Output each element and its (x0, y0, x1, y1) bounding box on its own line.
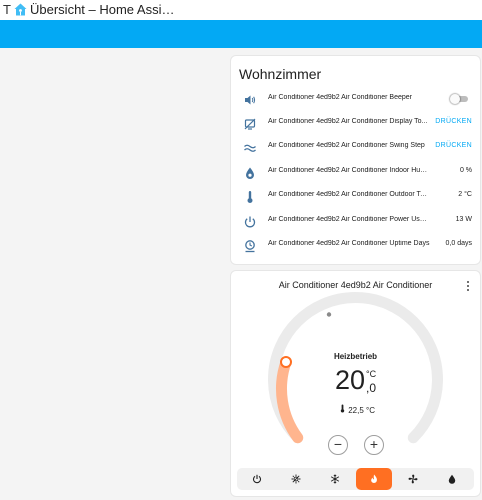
display-toggle-icon (243, 117, 257, 131)
current-temperature: 22,5 °C (339, 404, 375, 415)
entity-row-uptime-days[interactable]: Air Conditioner 4ed9b2 Air Conditioner U… (231, 236, 480, 256)
entity-value: 13 W (455, 216, 472, 223)
target-temperature-decimal: ,0 (366, 381, 377, 395)
entity-value: 2 °C (458, 191, 472, 198)
mode-heat-button[interactable] (356, 468, 392, 490)
volume-icon (243, 93, 257, 107)
entity-name: Air Conditioner 4ed9b2 Air Conditioner P… (268, 216, 430, 223)
water-drop-icon (448, 474, 456, 484)
humidity-icon (243, 166, 257, 180)
entities-card: Wohnzimmer Air Conditioner 4ed9b2 Air Co… (230, 55, 481, 265)
home-assistant-logo-icon (14, 3, 27, 21)
current-temperature-value: 22,5 °C (348, 406, 376, 415)
decrease-temperature-button[interactable]: − (328, 435, 348, 455)
mode-auto-button[interactable] (278, 468, 314, 490)
tab-prefix: T (3, 2, 11, 17)
card-title: Wohnzimmer (239, 66, 322, 82)
power-icon (243, 215, 257, 229)
entity-row-outdoor-temperature[interactable]: Air Conditioner 4ed9b2 Air Conditioner O… (231, 187, 480, 207)
swing-icon (243, 141, 257, 155)
entity-row-power-usage[interactable]: Air Conditioner 4ed9b2 Air Conditioner P… (231, 212, 480, 232)
hvac-mode-bar (237, 468, 474, 490)
power-icon (252, 474, 262, 484)
entity-name: Air Conditioner 4ed9b2 Air Conditioner D… (268, 118, 428, 125)
toggle-knob (450, 94, 460, 104)
entity-row-swing-step: Air Conditioner 4ed9b2 Air Conditioner S… (231, 138, 480, 158)
entity-name: Air Conditioner 4ed9b2 Air Conditioner B… (268, 94, 412, 101)
mode-off-button[interactable] (239, 468, 275, 490)
fire-icon (371, 474, 377, 483)
timer-icon (243, 239, 257, 253)
temperature-unit: °C (366, 369, 377, 379)
increase-temperature-button[interactable]: + (364, 435, 384, 455)
entity-row-display-toggle: Air Conditioner 4ed9b2 Air Conditioner D… (231, 114, 480, 134)
beeper-toggle[interactable] (450, 94, 468, 104)
hvac-mode-label: Heizbetrieb (333, 352, 378, 361)
mode-fan-button[interactable] (395, 468, 431, 490)
thermometer-small-icon (339, 404, 348, 415)
entity-name: Air Conditioner 4ed9b2 Air Conditioner S… (268, 142, 425, 149)
browser-tab-bar: T Übersicht – Home Assi… (0, 0, 482, 20)
display-toggle-press-button[interactable]: DRÜCKEN (435, 118, 472, 125)
entity-name: Air Conditioner 4ed9b2 Air Conditioner U… (268, 240, 430, 247)
snowflake-icon (330, 474, 340, 484)
entity-row-indoor-humidity[interactable]: Air Conditioner 4ed9b2 Air Conditioner I… (231, 163, 480, 183)
fan-icon (408, 474, 418, 484)
swing-step-press-button[interactable]: DRÜCKEN (435, 142, 472, 149)
thermometer-icon (243, 190, 257, 204)
mode-cool-button[interactable] (317, 468, 353, 490)
app-header (0, 20, 482, 48)
entity-value: 0,0 days (445, 240, 472, 247)
entity-value: 0 % (459, 167, 472, 174)
entity-name: Air Conditioner 4ed9b2 Air Conditioner I… (268, 167, 430, 174)
sun-snowflake-icon (291, 474, 301, 484)
thermostat-card: Air Conditioner 4ed9b2 Air Conditioner H… (230, 270, 481, 497)
current-temperature-marker (326, 312, 332, 317)
tab-title[interactable]: Übersicht – Home Assi… (30, 2, 175, 17)
target-temperature: 20 (335, 365, 366, 395)
entity-row-beeper[interactable]: Air Conditioner 4ed9b2 Air Conditioner B… (231, 90, 480, 110)
mode-dry-button[interactable] (434, 468, 470, 490)
entity-name: Air Conditioner 4ed9b2 Air Conditioner O… (268, 191, 430, 198)
